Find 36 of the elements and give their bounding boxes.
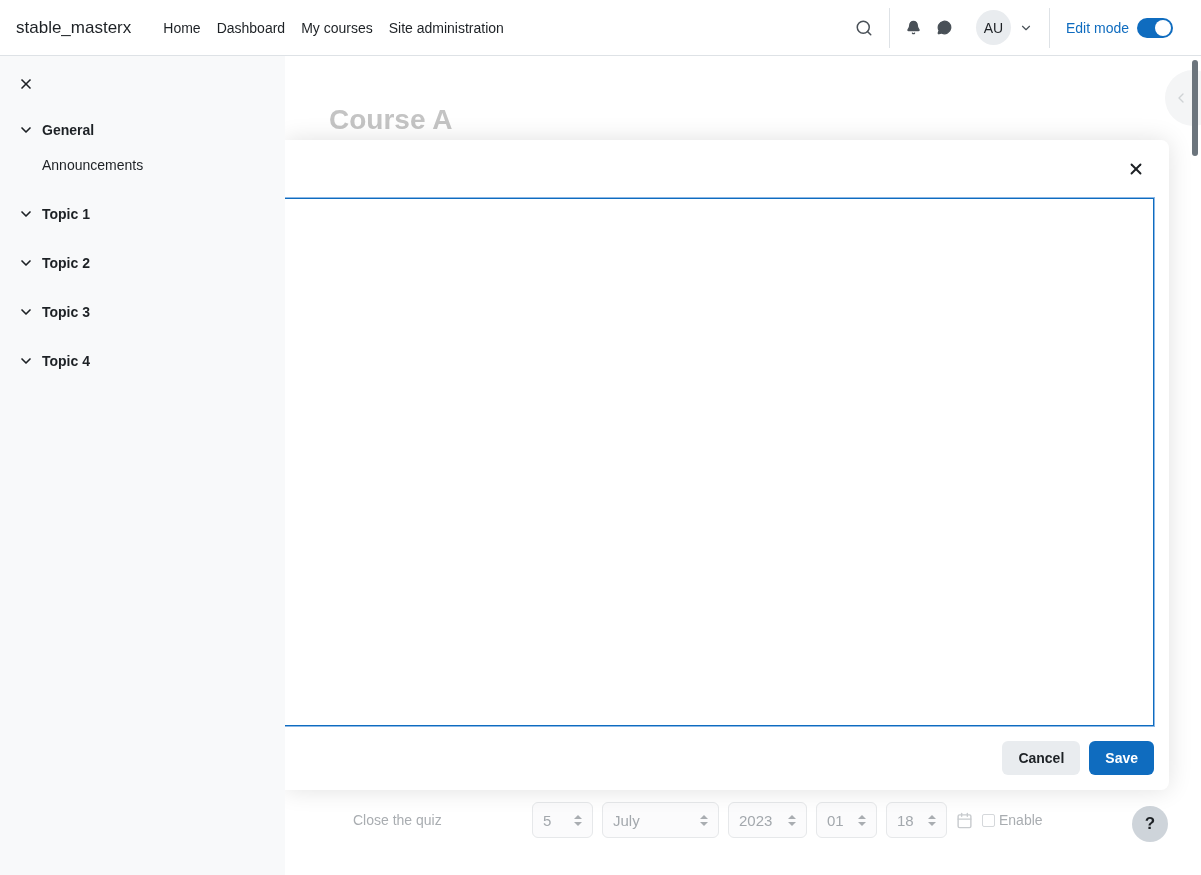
nav-link[interactable]: Home xyxy=(163,19,201,36)
chat-bubble-icon[interactable] xyxy=(936,20,952,35)
section-title: Topic 1 xyxy=(42,206,90,222)
sort-arrows-icon xyxy=(858,814,866,826)
section-item[interactable]: Topic 2 xyxy=(18,255,285,271)
checkbox-label: Enable xyxy=(999,812,1043,828)
section-title: Topic 3 xyxy=(42,304,90,320)
section-item[interactable]: Topic 1 xyxy=(18,206,285,222)
scrollbar[interactable] xyxy=(1192,60,1198,156)
field-label: Close the quiz xyxy=(353,812,443,828)
site-name[interactable]: stable_masterx xyxy=(16,17,132,38)
section-item[interactable]: Topic 3 xyxy=(18,304,285,320)
section-title: General xyxy=(42,122,95,138)
save-button[interactable]: Save xyxy=(1089,741,1154,775)
nav-link[interactable]: Site administration xyxy=(388,19,504,36)
section-title: Topic 4 xyxy=(42,353,90,369)
bell-icon[interactable] xyxy=(905,20,921,35)
nav-link[interactable]: My courses xyxy=(301,19,373,36)
section-item[interactable]: Topic 4 xyxy=(18,353,285,369)
section-item[interactable]: General xyxy=(18,122,285,138)
activity-item[interactable]: Announcements xyxy=(42,157,285,173)
search-icon[interactable] xyxy=(854,18,873,37)
nav-link[interactable]: Dashboard xyxy=(216,19,286,36)
section-title: Topic 2 xyxy=(42,255,90,271)
edit-mode-label: Edit mode xyxy=(1065,19,1129,36)
sort-arrows-icon xyxy=(928,814,936,826)
edit-mode-switch[interactable] xyxy=(1137,17,1173,38)
help-button[interactable]: ? xyxy=(1132,806,1168,842)
close-drawer-button[interactable] xyxy=(18,76,34,92)
user-avatar[interactable]: AU xyxy=(975,10,1011,45)
enable-checkbox[interactable] xyxy=(982,813,995,827)
cancel-button[interactable]: Cancel xyxy=(1002,741,1081,775)
sort-arrows-icon xyxy=(574,814,582,826)
sort-arrows-icon xyxy=(700,814,708,826)
sort-arrows-icon xyxy=(788,814,796,826)
course-title: Course A xyxy=(329,104,454,136)
